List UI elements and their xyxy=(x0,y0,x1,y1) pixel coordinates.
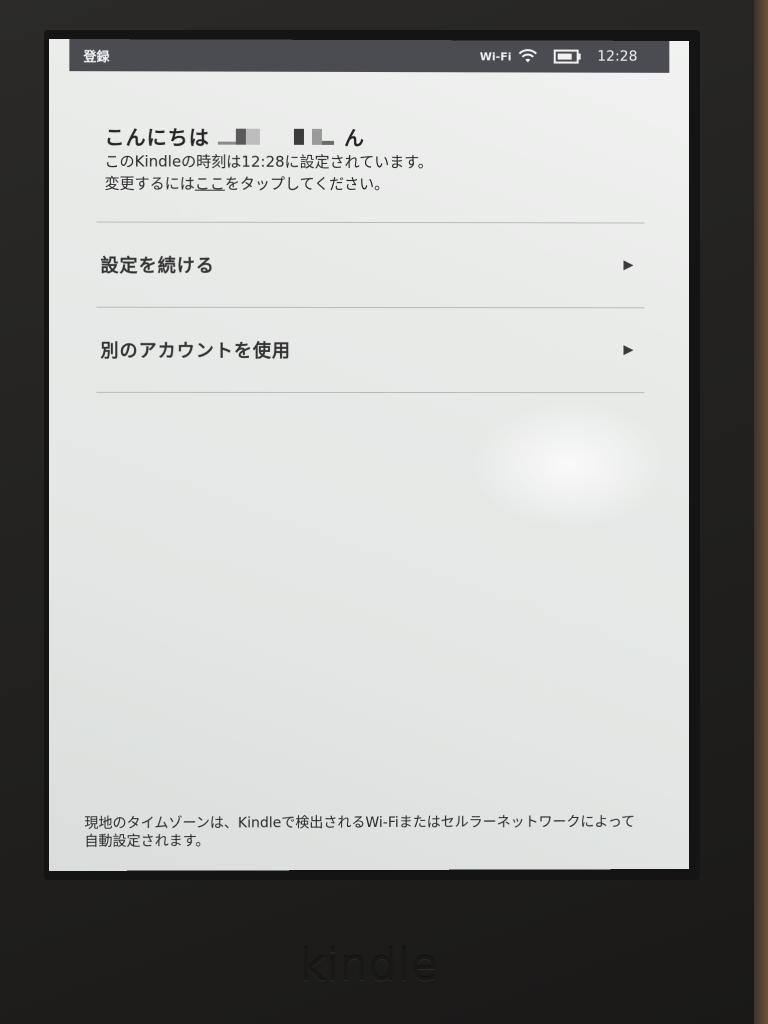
kindle-logo: kindle xyxy=(300,940,439,991)
battery-icon xyxy=(554,49,582,64)
change-prefix-text: 変更するには xyxy=(104,174,195,193)
status-clock: 12:28 xyxy=(597,48,638,65)
use-other-account-label: 別のアカウントを使用 xyxy=(100,340,291,362)
wifi-icon xyxy=(518,49,538,63)
play-arrow-icon xyxy=(623,260,634,271)
greeting-heading: こんにちは ん xyxy=(104,121,644,151)
continue-setup-label: 設定を続ける xyxy=(100,255,215,277)
wifi-label: Wi-Fi xyxy=(479,49,512,63)
greeting-suffix: ん xyxy=(343,125,366,150)
greeting-block: こんにちは ん このKindleの時刻は12:28に設定されています。 変更する… xyxy=(104,121,644,195)
timezone-note: 現地のタイムゾーンは、Kindleで検出されるWi-Fiまたはセルラーネットワー… xyxy=(84,814,636,850)
screen-glare xyxy=(469,400,670,530)
continue-setup-item[interactable]: 設定を続ける xyxy=(96,223,644,308)
greeting-prefix: こんにちは xyxy=(104,125,210,150)
change-time-instruction: 変更するにはここをタップしてください。 xyxy=(104,172,644,195)
redacted-user-name xyxy=(212,127,342,145)
desk-edge xyxy=(754,0,768,1024)
change-time-link[interactable]: ここ xyxy=(195,175,225,193)
use-other-account-item[interactable]: 別のアカウントを使用 xyxy=(96,308,644,392)
e-ink-screen: 登録 Wi-Fi 12:28 こんにちは ん このKindleの時刻は12:28… xyxy=(49,39,690,871)
time-status-text: このKindleの時刻は12:28に設定されています。 xyxy=(104,152,433,172)
change-suffix-text: をタップしてください。 xyxy=(224,174,390,194)
divider-bottom xyxy=(96,391,645,394)
status-bar-title: 登録 xyxy=(83,49,110,65)
status-bar: 登録 Wi-Fi 12:28 xyxy=(69,39,670,73)
play-arrow-icon xyxy=(623,345,634,356)
